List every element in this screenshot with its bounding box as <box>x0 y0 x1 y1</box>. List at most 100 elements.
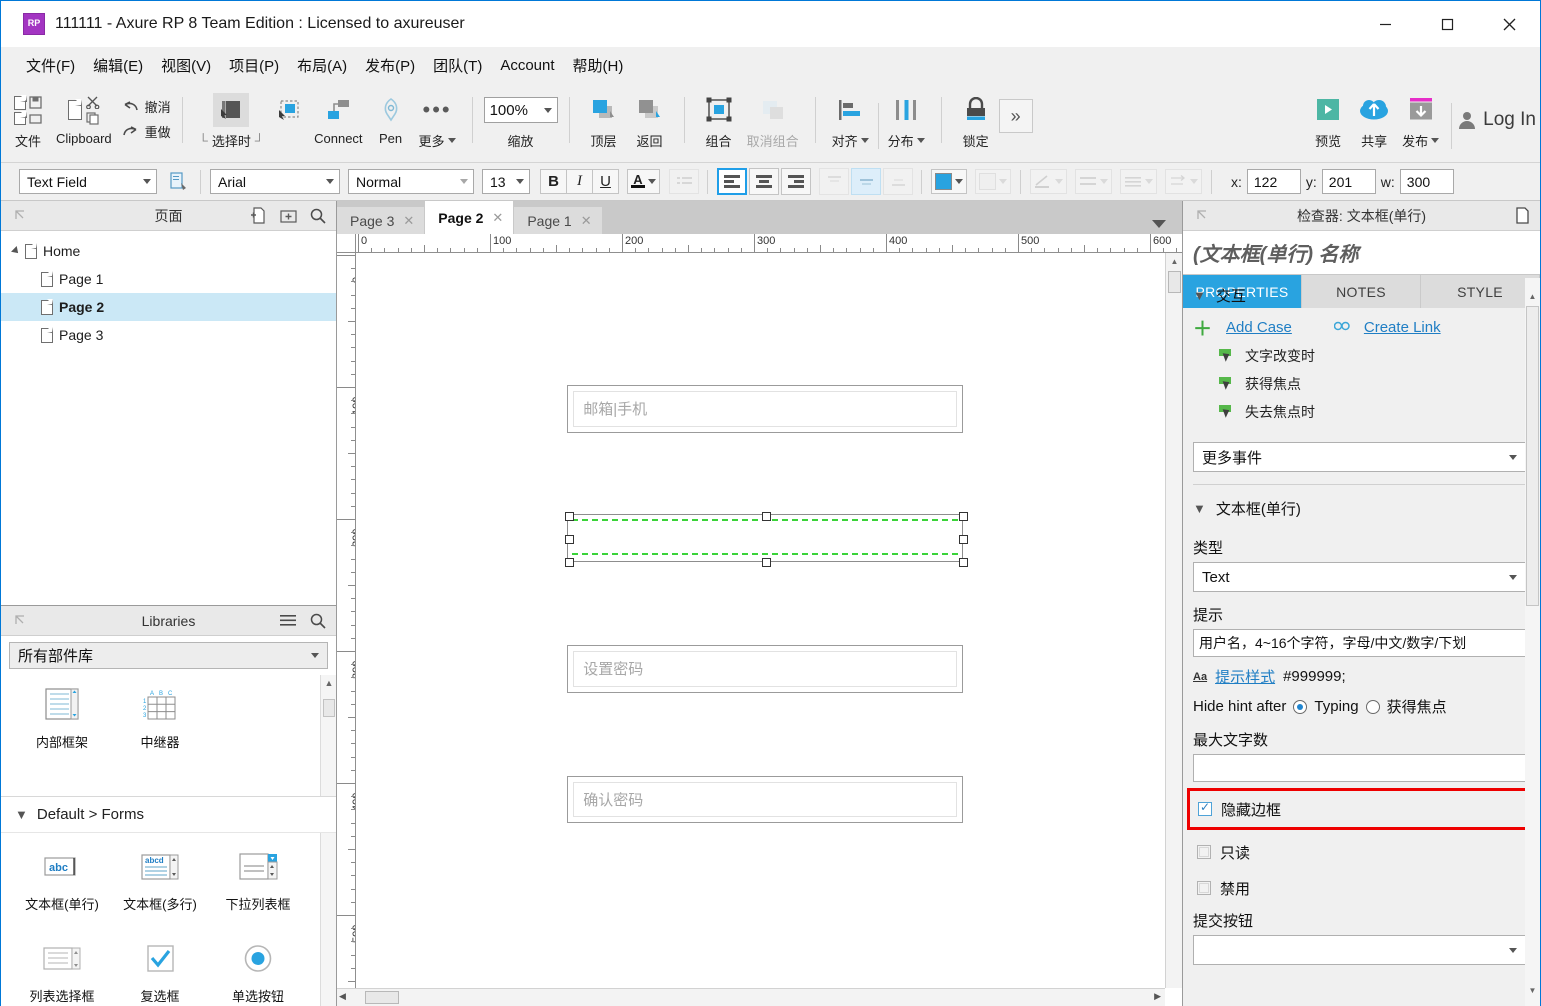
distribute-button[interactable]: 分布 <box>883 89 930 150</box>
library-section-forms[interactable]: ▼ Default > Forms <box>1 797 336 833</box>
expand-triangle-icon[interactable] <box>11 246 21 256</box>
connect-button[interactable]: Connect <box>309 89 367 146</box>
zoom-control[interactable]: 100% 缩放 <box>483 89 558 150</box>
close-icon[interactable]: ✕ <box>403 213 414 229</box>
menu-account[interactable]: Account <box>491 53 563 78</box>
checkbox-row-readonly[interactable]: 只读 <box>1193 834 1526 870</box>
libraries-top-scrollbar[interactable]: ▲ <box>320 675 336 796</box>
align-left-button[interactable] <box>717 168 747 195</box>
canvas-tab-page-3[interactable]: Page 3 ✕ <box>337 207 425 234</box>
library-item-text-field[interactable]: abc 文本框(单行) <box>13 847 111 913</box>
resize-handle[interactable] <box>959 535 969 545</box>
event-row-text-change[interactable]: 文字改变时 <box>1193 342 1526 370</box>
more-events-select[interactable]: 更多事件 <box>1193 442 1526 472</box>
menu-project[interactable]: 项目(P) <box>220 51 288 80</box>
library-item-checkbox[interactable]: 复选框 <box>111 939 209 1005</box>
search-icon[interactable] <box>306 204 330 228</box>
event-row-got-focus[interactable]: 获得焦点 <box>1193 370 1526 398</box>
scroll-up-icon[interactable]: ▲ <box>321 675 336 691</box>
italic-button[interactable]: I <box>566 169 593 194</box>
radio-focus[interactable] <box>1365 699 1380 714</box>
resize-handle[interactable] <box>762 512 772 522</box>
y-input[interactable] <box>1321 169 1376 194</box>
zoom-combobox[interactable]: 100% <box>483 97 558 123</box>
canvas-horizontal-scrollbar[interactable]: ◀ ▶ <box>337 988 1165 1006</box>
bring-to-front-button[interactable]: 顶层 <box>581 89 627 150</box>
font-family-select[interactable]: Arial <box>210 169 340 194</box>
hamburger-icon[interactable] <box>276 609 300 633</box>
hint-style-link[interactable]: 提示样式 <box>1215 666 1275 687</box>
scroll-up-icon[interactable]: ▲ <box>1166 253 1183 269</box>
close-button[interactable] <box>1478 1 1540 47</box>
clipboard-button[interactable]: Clipboard <box>51 89 117 146</box>
fill-color-button[interactable] <box>931 169 967 194</box>
menu-team[interactable]: 团队(T) <box>424 51 491 80</box>
resize-handle[interactable] <box>565 557 575 567</box>
create-link-link[interactable]: Create Link <box>1364 319 1441 336</box>
collapse-panel-icon[interactable] <box>1189 204 1213 228</box>
resize-handle[interactable] <box>959 512 969 522</box>
close-icon[interactable]: ✕ <box>581 213 592 229</box>
group-button[interactable]: 组合 <box>696 89 742 150</box>
tree-item-home[interactable]: Home <box>1 237 336 265</box>
scroll-thumb[interactable] <box>365 991 399 1004</box>
design-canvas[interactable]: 邮箱|手机 设置密码 确认密码 <box>356 253 1165 988</box>
hint-input[interactable] <box>1193 629 1526 657</box>
menu-publish[interactable]: 发布(P) <box>356 51 424 80</box>
scroll-thumb[interactable] <box>323 699 335 717</box>
maximize-button[interactable] <box>1416 1 1478 47</box>
font-style-select[interactable]: Normal <box>348 169 474 194</box>
collapse-panel-icon[interactable] <box>7 204 31 228</box>
publish-button[interactable]: 发布 <box>1397 89 1444 150</box>
event-row-lost-focus[interactable]: 失去焦点时 <box>1193 398 1526 426</box>
align-button[interactable]: 对齐 <box>827 89 874 150</box>
submit-button-select[interactable] <box>1193 935 1526 965</box>
max-length-input[interactable] <box>1193 754 1526 782</box>
share-button[interactable]: 共享 <box>1351 89 1397 150</box>
scroll-up-icon[interactable]: ▲ <box>1526 288 1539 304</box>
resize-handle[interactable] <box>565 512 575 522</box>
scroll-left-icon[interactable]: ◀ <box>339 991 346 1002</box>
toolbar-overflow-button[interactable]: » <box>998 99 1033 133</box>
library-item-text-area[interactable]: abcd 文本框(多行) <box>111 847 209 913</box>
canvas-text-field[interactable]: 设置密码 <box>567 645 964 693</box>
inspector-scrollbar[interactable]: ▲ ▼ <box>1525 278 1540 1006</box>
scroll-thumb[interactable] <box>1526 306 1539 606</box>
menu-file[interactable]: 文件(F) <box>17 51 84 80</box>
align-right-button[interactable] <box>781 168 811 195</box>
widget-name-input[interactable]: (文本框(单行) 名称 <box>1183 231 1540 275</box>
x-input[interactable] <box>1246 169 1301 194</box>
style-painter-button[interactable] <box>165 172 191 191</box>
underline-button[interactable]: U <box>592 169 619 194</box>
select-shape-button[interactable] <box>269 89 309 146</box>
type-select[interactable]: Text <box>1193 562 1526 592</box>
bold-button[interactable]: B <box>540 169 567 194</box>
scroll-down-icon[interactable]: ▼ <box>1526 982 1539 998</box>
resize-handle[interactable] <box>959 557 969 567</box>
menu-help[interactable]: 帮助(H) <box>564 51 633 80</box>
lock-button[interactable]: 锁定 <box>953 89 999 150</box>
resize-handle[interactable] <box>565 535 575 545</box>
canvas-tab-page-2[interactable]: Page 2 ✕ <box>425 201 514 234</box>
pen-button[interactable]: Pen <box>368 89 414 146</box>
interactions-section-header[interactable]: ▼ 交互 <box>1193 278 1526 312</box>
tree-item-page-2[interactable]: Page 2 <box>1 293 336 321</box>
valign-middle-button[interactable] <box>851 168 881 195</box>
library-item-droplist[interactable]: 下拉列表框 <box>209 847 307 913</box>
page-icon[interactable] <box>1510 204 1534 228</box>
checkbox-row-disabled[interactable]: 禁用 <box>1193 870 1526 906</box>
w-input[interactable] <box>1399 169 1454 194</box>
menu-view[interactable]: 视图(V) <box>152 51 220 80</box>
send-to-back-button[interactable]: 返回 <box>627 89 673 150</box>
collapse-panel-icon[interactable] <box>7 609 31 633</box>
radio-typing[interactable] <box>1293 699 1308 714</box>
more-tools-button[interactable]: ••• 更多 <box>414 89 461 150</box>
tab-overflow-chevron-down-icon[interactable] <box>1152 220 1166 228</box>
canvas-vertical-scrollbar[interactable]: ▲ <box>1165 253 1182 988</box>
readonly-checkbox[interactable] <box>1197 845 1211 859</box>
search-icon[interactable] <box>306 609 330 633</box>
scroll-right-icon[interactable]: ▶ <box>1154 991 1161 1002</box>
canvas-tab-page-1[interactable]: Page 1 ✕ <box>514 207 602 234</box>
select-tool-button[interactable]: └ 选择时 ┘ <box>194 89 269 150</box>
font-color-button[interactable]: A <box>627 169 660 194</box>
